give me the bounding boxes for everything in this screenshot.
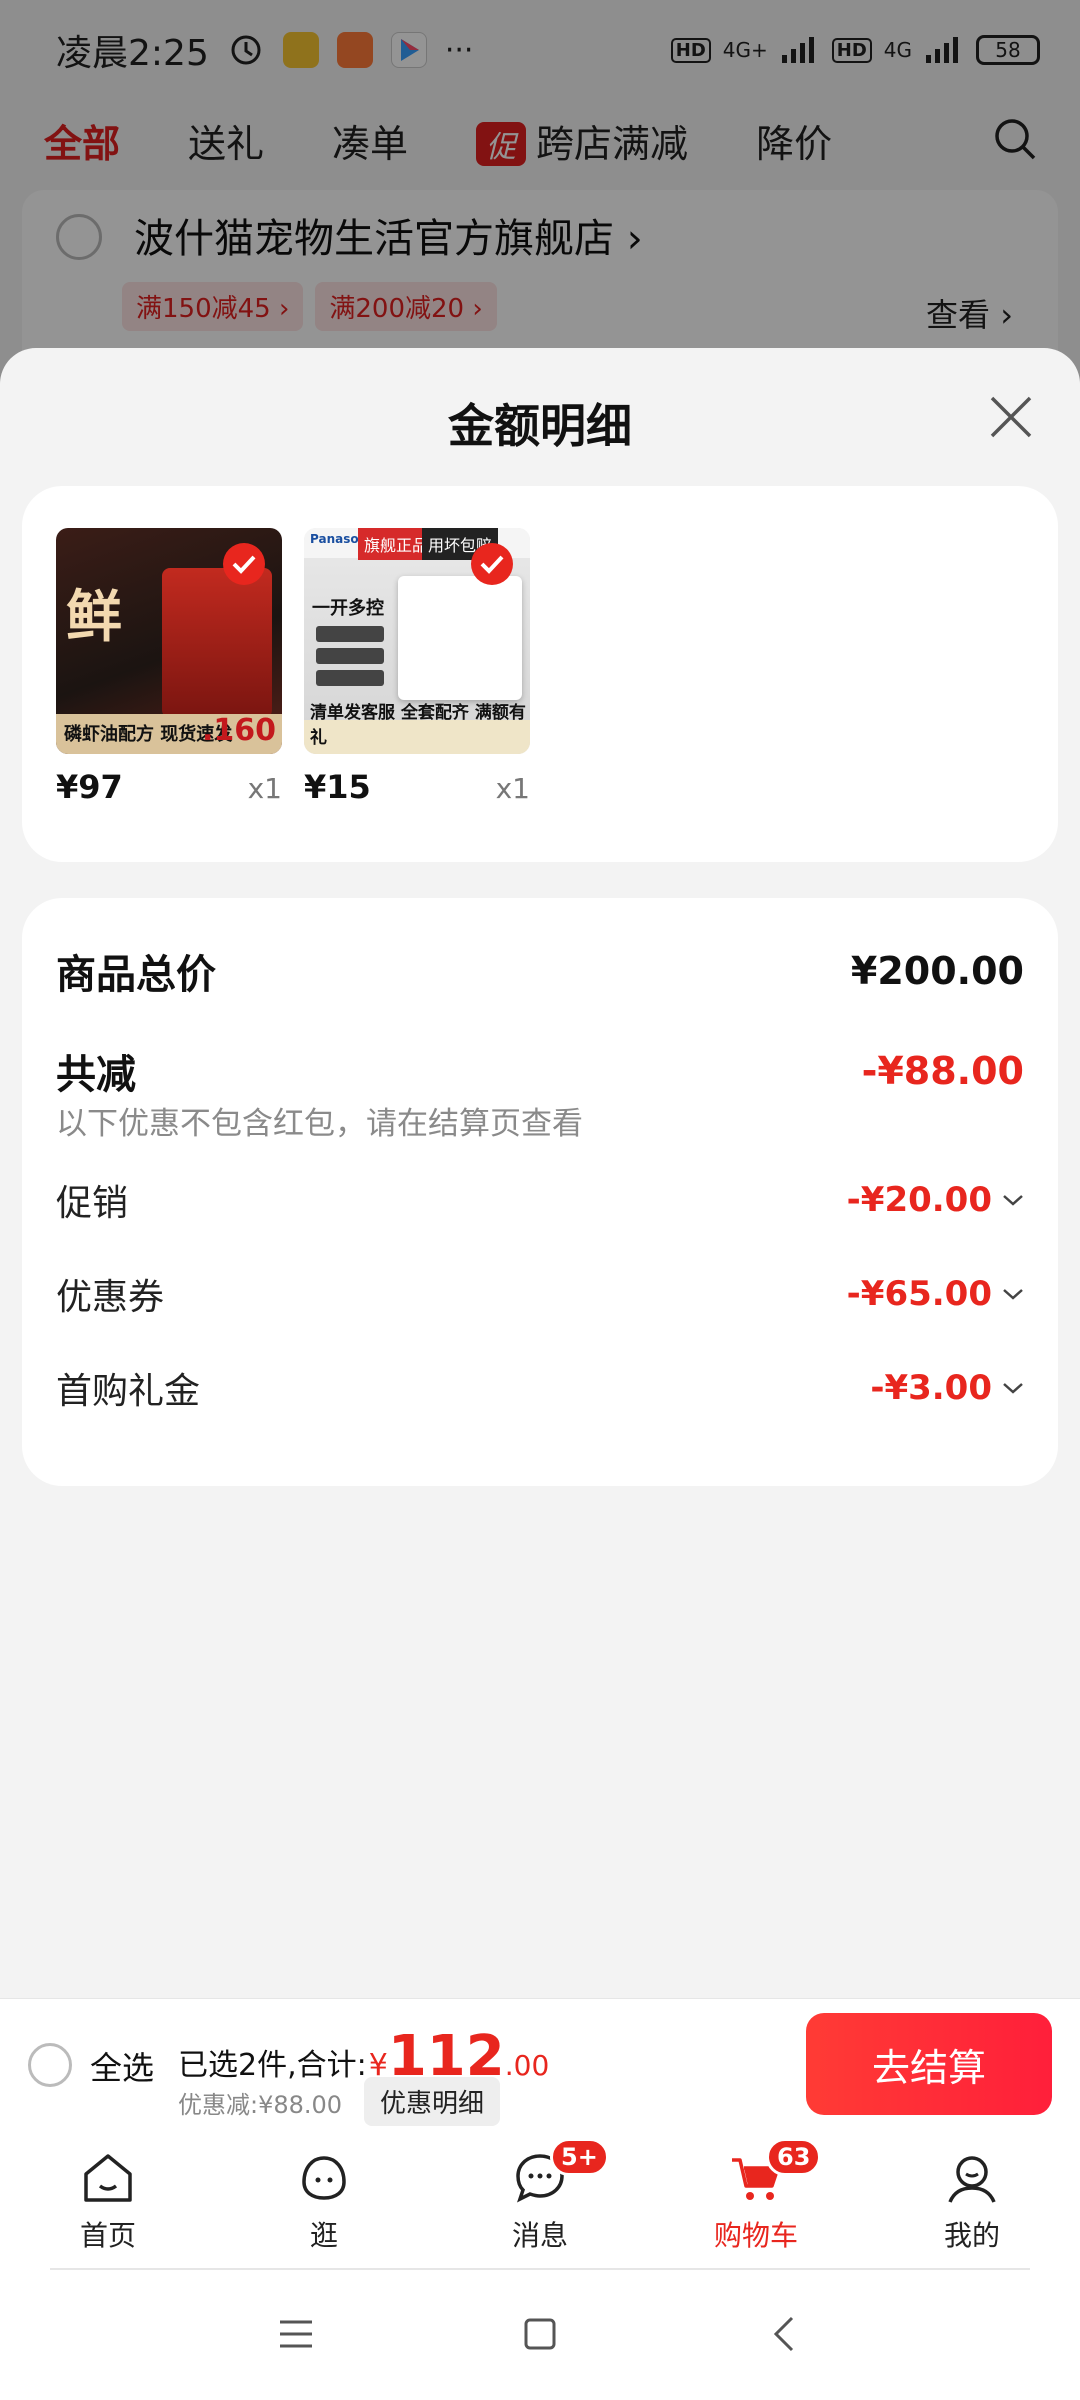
coupon-label: 优惠券 xyxy=(56,1277,165,1318)
promo-row[interactable]: 促销 -¥20.00 xyxy=(56,1174,1024,1226)
product-price: ¥97 xyxy=(56,768,123,806)
check-icon xyxy=(223,543,265,585)
total-label: 商品总价 xyxy=(56,952,216,998)
thumb-chip xyxy=(316,670,384,686)
product-item[interactable]: Panasonic 旗舰正品 用坏包赔 一开多控 清单发客服 全套配齐 满额有礼… xyxy=(304,528,530,806)
reduce-value: -¥88.00 xyxy=(861,1049,1024,1093)
cart-badge: 63 xyxy=(766,2138,822,2176)
back-icon[interactable] xyxy=(766,2314,806,2354)
first-purchase-row[interactable]: 首购礼金 -¥3.00 xyxy=(56,1362,1024,1414)
thumb-text: 一开多控 xyxy=(312,598,384,619)
discount-detail-button[interactable]: 优惠明细 xyxy=(364,2077,501,2126)
coupon-value: -¥65.00 xyxy=(846,1274,992,1314)
product-bag-image xyxy=(162,568,272,718)
select-all-label[interactable]: 全选 xyxy=(90,2043,154,2089)
products-card: 鲜 磷虾油配方 现货速发 .160 ¥97 x1 Panasonic 旗舰正品 … xyxy=(22,486,1058,862)
product-thumbnail: Panasonic 旗舰正品 用坏包赔 一开多控 清单发客服 全套配齐 满额有礼 xyxy=(304,528,530,754)
reduce-row: 共减 -¥88.00 xyxy=(56,1042,1024,1100)
system-nav-bar xyxy=(0,2270,1080,2400)
first-purchase-label: 首购礼金 xyxy=(56,1371,201,1412)
chevron-down-icon xyxy=(1003,1289,1023,1300)
checkout-button[interactable]: 去结算 xyxy=(806,2013,1052,2115)
message-badge: 5+ xyxy=(550,2138,609,2176)
product-qty: x1 xyxy=(495,772,530,805)
nav-label: 购物车 xyxy=(713,2219,798,2252)
product-qty: x1 xyxy=(247,772,282,805)
thumb-chip xyxy=(316,648,384,664)
browse-icon xyxy=(302,2156,346,2200)
total-value: ¥200.00 xyxy=(850,949,1024,993)
nav-home[interactable]: 首页 xyxy=(0,2134,216,2270)
nav-label: 首页 xyxy=(79,2219,136,2252)
total-decimals: .00 xyxy=(504,2049,550,2082)
nav-cart[interactable]: 购物车 63 xyxy=(648,2134,864,2270)
switch-panel-image xyxy=(398,576,522,700)
reduce-label: 共减 xyxy=(56,1052,136,1098)
discount-note: 以下优惠不包含红包，请在结算页查看 xyxy=(56,1106,583,1142)
select-all-radio[interactable] xyxy=(28,2043,72,2087)
promo-label: 促销 xyxy=(56,1183,129,1224)
sheet-title: 金额明细 xyxy=(448,399,632,453)
menu-icon[interactable] xyxy=(276,2314,316,2354)
selected-text: 已选2件,合计: xyxy=(178,2048,367,2083)
coupon-row[interactable]: 优惠券 -¥65.00 xyxy=(56,1268,1024,1320)
nav-label: 消息 xyxy=(511,2219,568,2252)
thumb-chip xyxy=(316,626,384,642)
nav-label: 我的 xyxy=(943,2219,1000,2252)
total-row: 商品总价 ¥200.00 xyxy=(56,942,1024,1000)
thumb-headline: 鲜 xyxy=(66,585,122,650)
product-price: ¥15 xyxy=(304,768,371,806)
chevron-down-icon xyxy=(1003,1195,1023,1206)
thumb-price: .160 xyxy=(201,713,276,748)
nav-profile[interactable]: 我的 xyxy=(864,2134,1080,2270)
profile-icon xyxy=(948,2156,996,2203)
discount-text: 优惠减:¥88.00 xyxy=(178,2091,343,2119)
first-purchase-value: -¥3.00 xyxy=(870,1368,992,1408)
overlay-dim[interactable] xyxy=(0,0,1080,400)
close-icon[interactable] xyxy=(986,392,1036,442)
thumb-bar-text: 清单发客服 全套配齐 满额有礼 xyxy=(310,703,526,748)
nav-messages[interactable]: 消息 5+ xyxy=(432,2134,648,2270)
home-icon xyxy=(84,2154,132,2202)
product-thumbnail: 鲜 磷虾油配方 现货速发 .160 xyxy=(56,528,282,754)
product-item[interactable]: 鲜 磷虾油配方 现货速发 .160 ¥97 x1 xyxy=(56,528,282,806)
check-icon xyxy=(471,543,513,585)
nav-browse[interactable]: 逛 xyxy=(216,2134,432,2270)
promo-value: -¥20.00 xyxy=(846,1180,992,1220)
bottom-nav: 首页 逛 消息 5+ 购物车 63 我的 xyxy=(0,2134,1080,2270)
home-square-icon[interactable] xyxy=(520,2314,560,2354)
summary-card: 商品总价 ¥200.00 共减 -¥88.00 以下优惠不包含红包，请在结算页查… xyxy=(22,898,1058,1486)
amount-detail-sheet: 金额明细 鲜 磷虾油配方 现货速发 .160 ¥97 x1 Panasonic … xyxy=(0,348,1080,1998)
checkout-bar: 全选 已选2件,合计: ¥ 112 .00 优惠减:¥88.00 优惠明细 去结… xyxy=(0,1998,1080,2134)
chevron-down-icon xyxy=(1003,1383,1023,1394)
nav-label: 逛 xyxy=(309,2219,338,2252)
